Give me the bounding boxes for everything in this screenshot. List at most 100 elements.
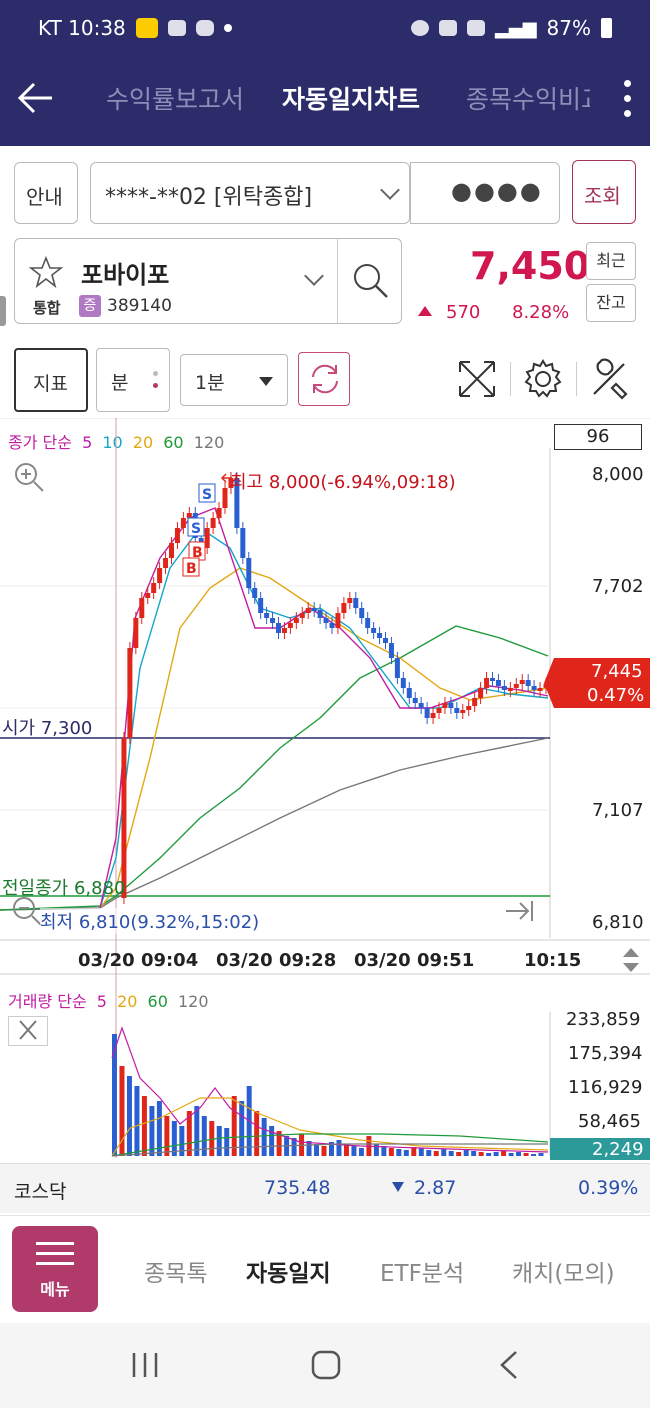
index-bar[interactable]: 코스닥 735.48 2.87 0.39%	[0, 1163, 650, 1213]
menu-button[interactable]: 메뉴	[12, 1226, 98, 1312]
axis-adjust-arrows-icon[interactable]	[620, 946, 642, 974]
candle-body	[347, 598, 353, 603]
candle-body	[139, 598, 145, 618]
volume-bar	[201, 1116, 207, 1156]
candle-body	[418, 703, 424, 708]
index-change: 2.87	[414, 1177, 457, 1199]
period-button[interactable]: 분	[96, 348, 170, 412]
back-arrow-icon[interactable]	[16, 78, 56, 118]
balance-button[interactable]: 잔고	[586, 284, 636, 322]
stock-selector[interactable]: 포바이포 통합 증 389140	[14, 238, 402, 324]
candle-body	[287, 623, 293, 628]
home-icon[interactable]	[310, 1349, 342, 1381]
tab-stock-profit-compare[interactable]: 종목수익비교	[466, 80, 590, 116]
recent-apps-icon[interactable]	[130, 1349, 160, 1381]
app-bar: 수익률보고서 자동일지차트 종목수익비교	[0, 58, 650, 146]
battery-icon	[601, 18, 612, 38]
volume-bar	[381, 1146, 387, 1156]
volume-bar	[141, 1096, 147, 1156]
svg-text:B: B	[186, 561, 197, 577]
volume-bar	[126, 1076, 132, 1156]
volume-bar	[403, 1150, 409, 1156]
refresh-button[interactable]	[298, 352, 350, 406]
bottom-nav: 메뉴 종목톡 자동일지 ETF분석 캐치(모의)	[0, 1215, 650, 1323]
candle-body	[519, 680, 525, 684]
nav-item-auto-journal[interactable]: 자동일지	[246, 1254, 331, 1288]
candle-body	[448, 703, 454, 708]
more-options-icon[interactable]	[622, 76, 632, 124]
candle-body	[454, 708, 460, 713]
nav-item-stock-talk[interactable]: 종목톡	[144, 1254, 207, 1288]
chevron-down-icon	[380, 180, 400, 200]
volume-bar	[164, 1116, 170, 1156]
query-button[interactable]: 조회	[572, 160, 636, 224]
close-volume-button[interactable]	[8, 1016, 48, 1046]
svg-text:S: S	[191, 521, 201, 537]
volume-bar	[254, 1111, 260, 1156]
volume-y-tick: 233,859	[566, 1009, 641, 1030]
tab-profit-report[interactable]: 수익률보고서	[106, 80, 244, 116]
interval-select[interactable]: 1분	[180, 354, 288, 406]
index-change-pct: 0.39%	[578, 1177, 639, 1199]
fullscreen-icon[interactable]	[456, 358, 498, 400]
chevron-down-icon[interactable]	[304, 266, 324, 286]
notification-icon	[167, 20, 186, 36]
volume-bar	[261, 1118, 267, 1156]
search-icon[interactable]	[351, 261, 391, 301]
candle-body	[442, 703, 448, 708]
zoom-in-icon[interactable]	[12, 460, 46, 494]
candle-body	[371, 628, 377, 633]
chart-area[interactable]: 종가 단순 5 10 20 60 120 96 S S B B 8,000 7,…	[0, 418, 650, 1160]
volume-bar	[194, 1106, 200, 1156]
x-tick-label: 03/20 09:51	[354, 950, 475, 971]
alarm-icon	[411, 20, 430, 36]
star-icon[interactable]	[29, 255, 63, 289]
high-price-label: 최고 8,000(-6.94%,09:18)	[230, 472, 456, 493]
indicator-button[interactable]: 지표	[14, 348, 88, 412]
side-handle[interactable]	[0, 296, 6, 326]
volume-bar	[314, 1144, 320, 1156]
guide-button[interactable]: 안내	[14, 162, 78, 224]
up-triangle-icon	[418, 306, 432, 316]
volume-bar	[396, 1149, 402, 1156]
candle-body	[270, 618, 276, 623]
account-value: ****-**02 [위탁종합]	[105, 185, 313, 210]
candle-body	[359, 608, 365, 618]
dropdown-triangle-icon	[259, 377, 273, 386]
volume-bar	[216, 1126, 222, 1156]
volume-bar	[501, 1151, 507, 1156]
account-select[interactable]: ****-**02 [위탁종합]	[90, 162, 410, 224]
y-tick-label: 8,000	[592, 464, 644, 485]
candle-body	[323, 618, 329, 623]
y-tick-label: 7,702	[592, 576, 644, 597]
period-label: 분	[111, 372, 129, 394]
candle-body	[240, 528, 246, 558]
recent-button[interactable]: 최근	[586, 242, 636, 280]
close-icon	[19, 1020, 37, 1040]
settings-gear-icon[interactable]	[522, 358, 564, 400]
candle-body	[335, 613, 341, 628]
volume-bar	[471, 1151, 477, 1156]
password-mask: ●●●●	[451, 177, 543, 205]
divider	[337, 239, 338, 323]
candle-body	[252, 588, 258, 598]
candle-body	[388, 643, 394, 658]
price-chart[interactable]: S S B B	[0, 418, 650, 1160]
volume-bar	[456, 1152, 462, 1156]
nav-item-catch-mock[interactable]: 캐치(모의)	[512, 1254, 615, 1288]
password-field[interactable]: ●●●●	[410, 162, 560, 224]
tab-auto-journal-chart[interactable]: 자동일지차트	[282, 80, 420, 116]
current-price: 7,450	[470, 244, 591, 288]
candle-body	[174, 528, 180, 543]
scroll-to-end-icon[interactable]	[504, 898, 536, 924]
volume-bar	[523, 1153, 529, 1156]
candle-body	[246, 558, 252, 588]
battery-level: 87%	[546, 16, 591, 40]
tools-icon[interactable]	[588, 358, 630, 400]
signal-icon: ▂▄▆	[495, 17, 537, 39]
nav-item-etf-analysis[interactable]: ETF분석	[380, 1254, 464, 1288]
volume-bar	[418, 1148, 424, 1156]
candle-body	[466, 706, 472, 710]
candle-body	[186, 513, 192, 518]
back-icon[interactable]	[496, 1349, 522, 1381]
